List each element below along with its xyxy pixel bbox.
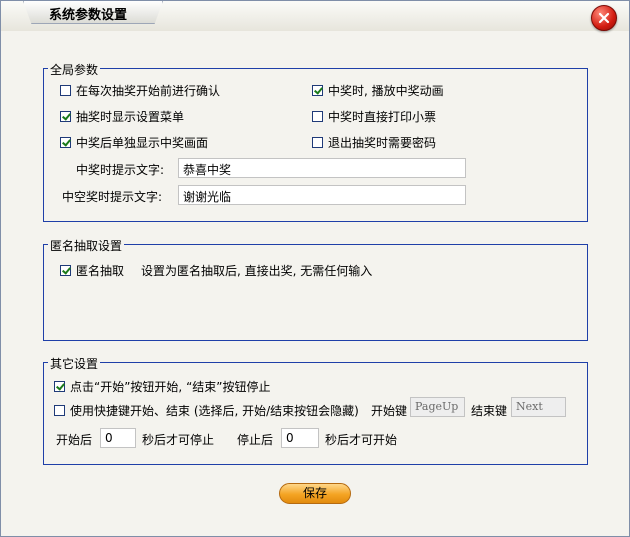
option-confirm-before-draw[interactable]: 在每次抽奖开始前进行确认 <box>60 82 220 99</box>
after-start-label: 开始后 <box>56 433 93 447</box>
option-separate-win-screen[interactable]: 中奖后单独显示中奖画面 <box>60 134 208 151</box>
other-settings-group: 其它设置 点击“开始”按钮开始, “结束”按钮停止 使用快捷键开始、结束 (选择… <box>43 355 588 465</box>
option-label: 在每次抽奖开始前进行确认 <box>76 84 221 98</box>
start-key-input[interactable]: PageUp <box>410 397 465 417</box>
window-title: 系统参数设置 <box>49 8 128 23</box>
global-settings-legend: 全局参数 <box>48 61 101 78</box>
checkbox[interactable] <box>312 111 323 122</box>
checkbox[interactable] <box>60 265 71 276</box>
checkbox[interactable] <box>60 111 71 122</box>
checkbox[interactable] <box>60 137 71 148</box>
option-label: 点击“开始”按钮开始, “结束”按钮停止 <box>70 380 271 394</box>
option-play-win-animation[interactable]: 中奖时, 播放中奖动画 <box>312 82 444 99</box>
close-icon <box>598 12 610 24</box>
after-stop-label: 停止后 <box>237 433 274 447</box>
option-print-ticket[interactable]: 中奖时直接打印小票 <box>312 108 436 125</box>
win-prompt-input[interactable]: 恭喜中奖 <box>178 158 466 178</box>
option-label: 中奖时直接打印小票 <box>328 110 437 124</box>
option-label: 匿名抽取 <box>76 264 125 278</box>
checkbox[interactable] <box>312 85 323 96</box>
title-bar: 系统参数设置 <box>1 1 629 31</box>
anonymous-draw-legend: 匿名抽取设置 <box>48 237 125 254</box>
option-click-start-stop[interactable]: 点击“开始”按钮开始, “结束”按钮停止 <box>54 378 271 395</box>
option-exit-password[interactable]: 退出抽奖时需要密码 <box>312 134 436 151</box>
after-start-suffix: 秒后才可停止 <box>142 433 215 447</box>
miss-prompt-input[interactable]: 谢谢光临 <box>178 185 466 205</box>
anonymous-hint: 设置为匿名抽取后, 直接出奖, 无需任何输入 <box>141 264 373 278</box>
checkbox[interactable] <box>312 137 323 148</box>
global-settings-group: 全局参数 在每次抽奖开始前进行确认 中奖时, 播放中奖动画 抽奖时显示设置菜单 … <box>43 61 588 222</box>
option-label: 退出抽奖时需要密码 <box>328 136 437 150</box>
checkbox[interactable] <box>54 381 65 392</box>
option-label: 抽奖时显示设置菜单 <box>76 110 185 124</box>
after-stop-suffix: 秒后才可开始 <box>325 433 398 447</box>
checkbox[interactable] <box>60 85 71 96</box>
miss-prompt-label: 中空奖时提示文字: <box>62 190 163 204</box>
option-use-hotkeys[interactable]: 使用快捷键开始、结束 (选择后, 开始/结束按钮会隐藏) <box>54 402 359 419</box>
anonymous-draw-group: 匿名抽取设置 匿名抽取 设置为匿名抽取后, 直接出奖, 无需任何输入 <box>43 237 588 341</box>
start-key-label: 开始键 <box>371 404 408 418</box>
other-settings-legend: 其它设置 <box>48 355 101 372</box>
close-button[interactable] <box>591 5 617 31</box>
after-start-input[interactable]: 0 <box>100 428 136 448</box>
end-key-input[interactable]: Next <box>511 397 566 417</box>
end-key-label: 结束键 <box>471 404 508 418</box>
settings-window: 系统参数设置 全局参数 在每次抽奖开始前进行确认 中奖时, 播放中奖动画 抽奖时… <box>0 0 630 537</box>
win-prompt-label: 中奖时提示文字: <box>76 163 165 177</box>
after-stop-input[interactable]: 0 <box>281 428 319 448</box>
checkbox[interactable] <box>54 405 65 416</box>
option-anonymous-draw[interactable]: 匿名抽取 <box>60 262 124 279</box>
option-label: 使用快捷键开始、结束 (选择后, 开始/结束按钮会隐藏) <box>70 404 359 418</box>
option-label: 中奖后单独显示中奖画面 <box>76 136 209 150</box>
save-button[interactable]: 保存 <box>279 483 351 504</box>
option-label: 中奖时, 播放中奖动画 <box>328 84 444 98</box>
option-show-settings-menu[interactable]: 抽奖时显示设置菜单 <box>60 108 184 125</box>
